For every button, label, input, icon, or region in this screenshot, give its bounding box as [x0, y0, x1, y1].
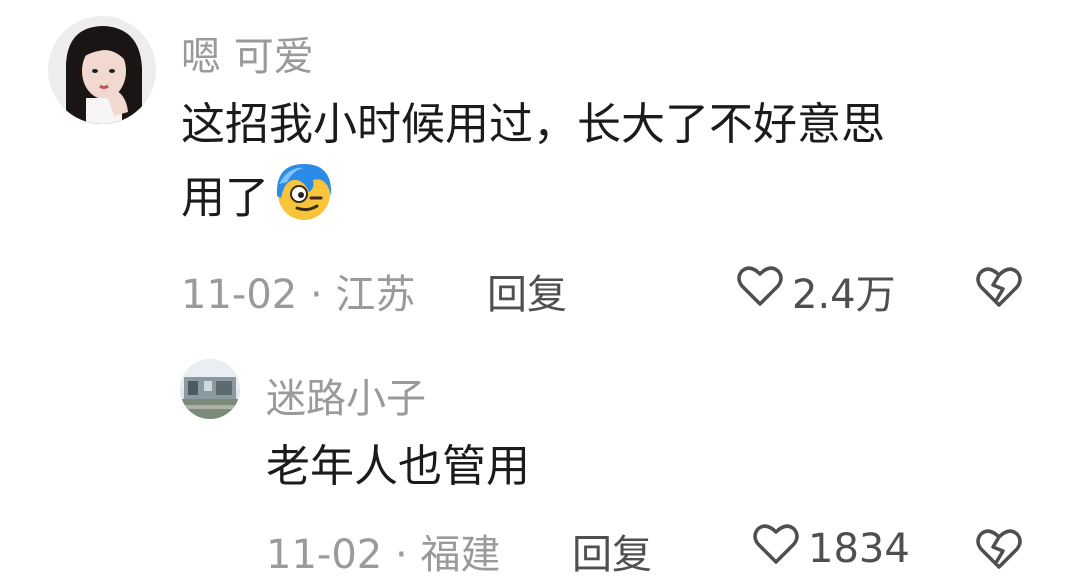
comment-date: 11-02: [181, 272, 298, 318]
comment-text-line-2: 用了: [181, 158, 1031, 243]
like-count: 2.4万: [792, 272, 896, 318]
username[interactable]: 迷路小子: [266, 366, 426, 424]
broken-heart-icon: [976, 267, 1022, 307]
comment-meta: 11-02 · 江苏: [181, 262, 415, 320]
comment-text-line-text: 用了: [181, 172, 269, 224]
broken-heart-icon: [976, 529, 1022, 569]
username[interactable]: 嗯 可爱: [181, 24, 314, 82]
meta-separator: ·: [309, 272, 323, 318]
comment-location: 福建: [420, 532, 501, 578]
meta-separator: ·: [394, 532, 408, 578]
comment-text: 这招我小时候用过，长大了不好意思 用了: [181, 92, 1031, 243]
like-button[interactable]: 2.4万: [736, 262, 896, 320]
dislike-button[interactable]: [975, 265, 1023, 313]
comment-meta: 11-02 · 福建: [266, 522, 500, 580]
avatar[interactable]: [48, 16, 156, 124]
reply-comment-item: 迷路小子 老年人也管用 11-02 · 福建 回复 1834: [0, 340, 1080, 578]
avatar[interactable]: [180, 359, 240, 419]
reply-button[interactable]: 回复: [487, 262, 567, 320]
avatar-image: [48, 16, 156, 124]
avatar-image: [180, 359, 240, 419]
comment-date: 11-02: [266, 532, 383, 578]
comment-location: 江苏: [335, 272, 416, 318]
comment-text-line: 这招我小时候用过，长大了不好意思: [181, 99, 885, 150]
comment-text: 老年人也管用: [266, 441, 530, 492]
comment-item: 嗯 可爱 这招我小时候用过，长大了不好意思 用了 11-02 · 江苏 回复 2…: [0, 0, 1080, 340]
blue-hair-smirk-emoji-icon: [271, 158, 337, 243]
like-count: 1834: [808, 526, 910, 572]
reply-button[interactable]: 回复: [572, 522, 652, 580]
heart-outline-icon: [736, 264, 784, 318]
